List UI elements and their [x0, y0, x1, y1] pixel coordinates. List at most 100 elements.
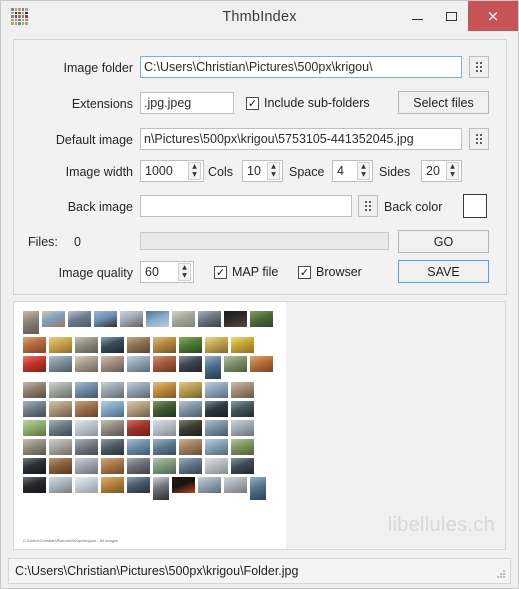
thumbnail [231, 382, 254, 398]
thumbnail [153, 477, 169, 500]
spinner-up-icon[interactable]: ▲ [358, 163, 369, 171]
thumbnail-grid [23, 311, 279, 500]
thumbnail [49, 477, 72, 493]
thumbnail [101, 356, 124, 372]
image-quality-stepper[interactable]: 60 ▲ ▼ [140, 261, 194, 283]
image-folder-input[interactable]: C:\Users\Christian\Pictures\500px\krigou… [140, 56, 462, 78]
spinner-up-icon[interactable]: ▲ [447, 163, 458, 171]
watermark: libellules.ch [387, 514, 495, 536]
sides-label: Sides [379, 165, 411, 179]
minimize-icon [411, 18, 423, 20]
files-count: 0 [74, 235, 81, 249]
thumbnail [75, 356, 98, 372]
image-width-label: Image width [65, 165, 133, 179]
default-image-label: Default image [55, 133, 133, 147]
thumbnail [224, 477, 247, 493]
thumbnail [68, 311, 91, 327]
back-color-swatch[interactable] [463, 194, 487, 218]
thumbnail [49, 356, 72, 372]
image-width-stepper[interactable]: 1000 ▲ ▼ [140, 160, 204, 182]
default-image-input[interactable]: n\Pictures\500px\krigou\5753105-44135204… [140, 128, 462, 150]
status-path: C:\Users\Christian\Pictures\500px\krigou… [15, 564, 299, 578]
thumbnail [94, 311, 117, 327]
spinner-arrows-icon[interactable]: ▲ ▼ [446, 162, 459, 180]
spinner-up-icon[interactable]: ▲ [179, 264, 190, 272]
include-subfolders-checkbox[interactable]: ✓ Include sub-folders [246, 92, 370, 114]
thumbnail [153, 420, 176, 436]
image-folder-browse-button[interactable] [469, 56, 489, 78]
default-image-browse-button[interactable] [469, 128, 489, 150]
thumbnail [205, 439, 228, 455]
cols-stepper[interactable]: 10 ▲ ▼ [242, 160, 283, 182]
thumbnail [172, 311, 195, 327]
spinner-arrows-icon[interactable]: ▲ ▼ [357, 162, 370, 180]
back-color-label: Back color [384, 200, 443, 214]
spinner-down-icon[interactable]: ▼ [179, 272, 190, 280]
thumbnail [198, 311, 221, 327]
thumbnail [179, 458, 202, 474]
thumbnail [101, 439, 124, 455]
close-icon: × [486, 6, 500, 25]
thumbnail [179, 420, 202, 436]
preview-area[interactable]: C:\Users\Christian\Pictures\500px\krigou… [13, 301, 506, 550]
thumbnail [179, 401, 202, 417]
thumbnail [101, 382, 124, 398]
preview-caption: C:\Users\Christian\Pictures\500px\krigou… [23, 538, 119, 543]
spinner-down-icon[interactable]: ▼ [358, 171, 369, 179]
spinner-down-icon[interactable]: ▼ [189, 171, 200, 179]
thumbnail [205, 420, 228, 436]
spinner-up-icon[interactable]: ▲ [268, 163, 279, 171]
cols-label: Cols [208, 165, 234, 179]
thumbnail [127, 337, 150, 353]
thumbnail [127, 439, 150, 455]
browser-label: Browser [316, 265, 362, 279]
go-button[interactable]: GO [398, 230, 489, 253]
thumbnail [250, 477, 266, 500]
thumbnail [101, 477, 124, 493]
thumbnail [179, 337, 202, 353]
thumbnail [49, 458, 72, 474]
thumbnail [179, 439, 202, 455]
resize-grip[interactable] [497, 570, 507, 580]
spinner-arrows-icon[interactable]: ▲ ▼ [188, 162, 201, 180]
checkmark-icon: ✓ [246, 96, 259, 110]
thumbnail [153, 439, 176, 455]
thumbnail [146, 311, 169, 327]
thumbnail [23, 401, 46, 417]
extensions-input[interactable]: .jpg.jpeg [140, 92, 234, 114]
include-subfolders-label: Include sub-folders [264, 96, 370, 110]
thumbnail [172, 477, 195, 493]
thumbnail [49, 420, 72, 436]
space-label: Space [289, 165, 325, 179]
browser-checkbox[interactable]: ✓ Browser [298, 261, 362, 283]
thumbnail [198, 477, 221, 493]
spinner-down-icon[interactable]: ▼ [268, 171, 279, 179]
close-button[interactable]: × [468, 1, 518, 31]
map-file-checkbox[interactable]: ✓ MAP file [214, 261, 278, 283]
spinner-up-icon[interactable]: ▲ [189, 163, 200, 171]
back-image-input[interactable] [140, 195, 352, 217]
app-icon [11, 8, 28, 25]
window-controls: × [400, 1, 518, 33]
back-image-browse-button[interactable] [358, 195, 378, 217]
select-files-button[interactable]: Select files [398, 91, 489, 114]
thumbnail [75, 439, 98, 455]
thumbnail [127, 458, 150, 474]
minimize-button[interactable] [400, 1, 434, 31]
thumbnail [101, 458, 124, 474]
progress-bar [140, 232, 389, 250]
spinner-arrows-icon[interactable]: ▲ ▼ [178, 263, 191, 281]
space-stepper[interactable]: 4 ▲ ▼ [332, 160, 373, 182]
spinner-arrows-icon[interactable]: ▲ ▼ [267, 162, 280, 180]
thumbnail [49, 337, 72, 353]
spinner-down-icon[interactable]: ▼ [447, 171, 458, 179]
sides-stepper[interactable]: 20 ▲ ▼ [421, 160, 462, 182]
thumbnail [120, 311, 143, 327]
save-button[interactable]: SAVE [398, 260, 489, 283]
maximize-button[interactable] [434, 1, 468, 31]
content-area: Image folder C:\Users\Christian\Pictures… [1, 33, 518, 558]
thumbnail [153, 337, 176, 353]
cols-value: 10 [247, 164, 261, 178]
thumbnail [75, 337, 98, 353]
thumbnail [205, 382, 228, 398]
